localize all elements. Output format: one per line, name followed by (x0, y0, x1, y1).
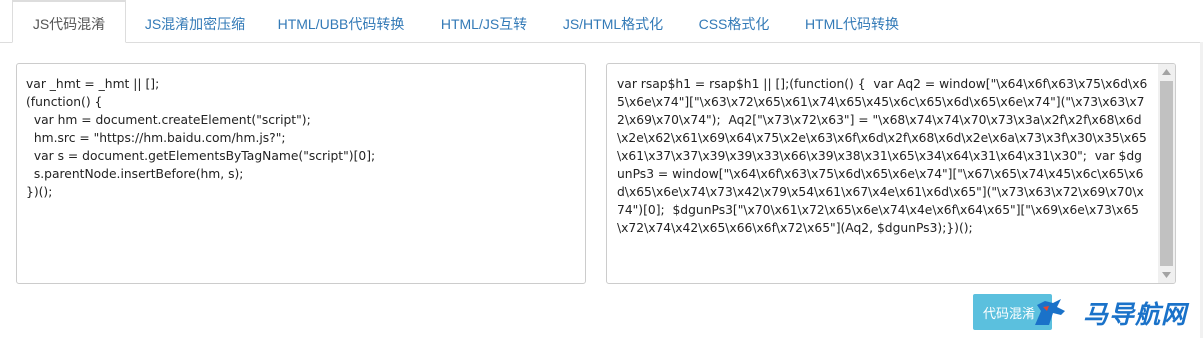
tab-bar: JS代码混淆 JS混淆加密压缩 HTML/UBB代码转换 HTML/JS互转 J… (0, 0, 1203, 43)
tab-html-js-convert[interactable]: HTML/JS互转 (432, 0, 536, 42)
tab-js-encrypt-compress[interactable]: JS混淆加密压缩 (140, 0, 250, 42)
watermark-logo: 马导航网 (1031, 296, 1201, 330)
horse-logo-icon (1035, 299, 1065, 325)
scroll-down-arrow-icon[interactable] (1158, 267, 1175, 283)
tab-js-html-format[interactable]: JS/HTML格式化 (554, 0, 672, 42)
scroll-up-arrow-icon[interactable] (1158, 64, 1175, 80)
tab-html-ubb-convert[interactable]: HTML/UBB代码转换 (268, 0, 414, 42)
input-code-textarea[interactable]: var _hmt = _hmt || []; (function() { var… (16, 63, 586, 284)
watermark-text: 马导航网 (1083, 300, 1188, 329)
input-code-text: var _hmt = _hmt || []; (function() { var… (26, 77, 376, 199)
tab-html-code-convert[interactable]: HTML代码转换 (796, 0, 908, 42)
output-code-text: var rsap$h1 = rsap$h1 || [];(function() … (617, 77, 1148, 235)
output-scrollbar[interactable] (1158, 64, 1175, 283)
tab-css-format[interactable]: CSS格式化 (690, 0, 778, 42)
scroll-thumb[interactable] (1160, 81, 1173, 266)
tab-js-obfuscate[interactable]: JS代码混淆 (12, 0, 126, 43)
output-code-textarea[interactable]: var rsap$h1 = rsap$h1 || [];(function() … (606, 63, 1176, 284)
